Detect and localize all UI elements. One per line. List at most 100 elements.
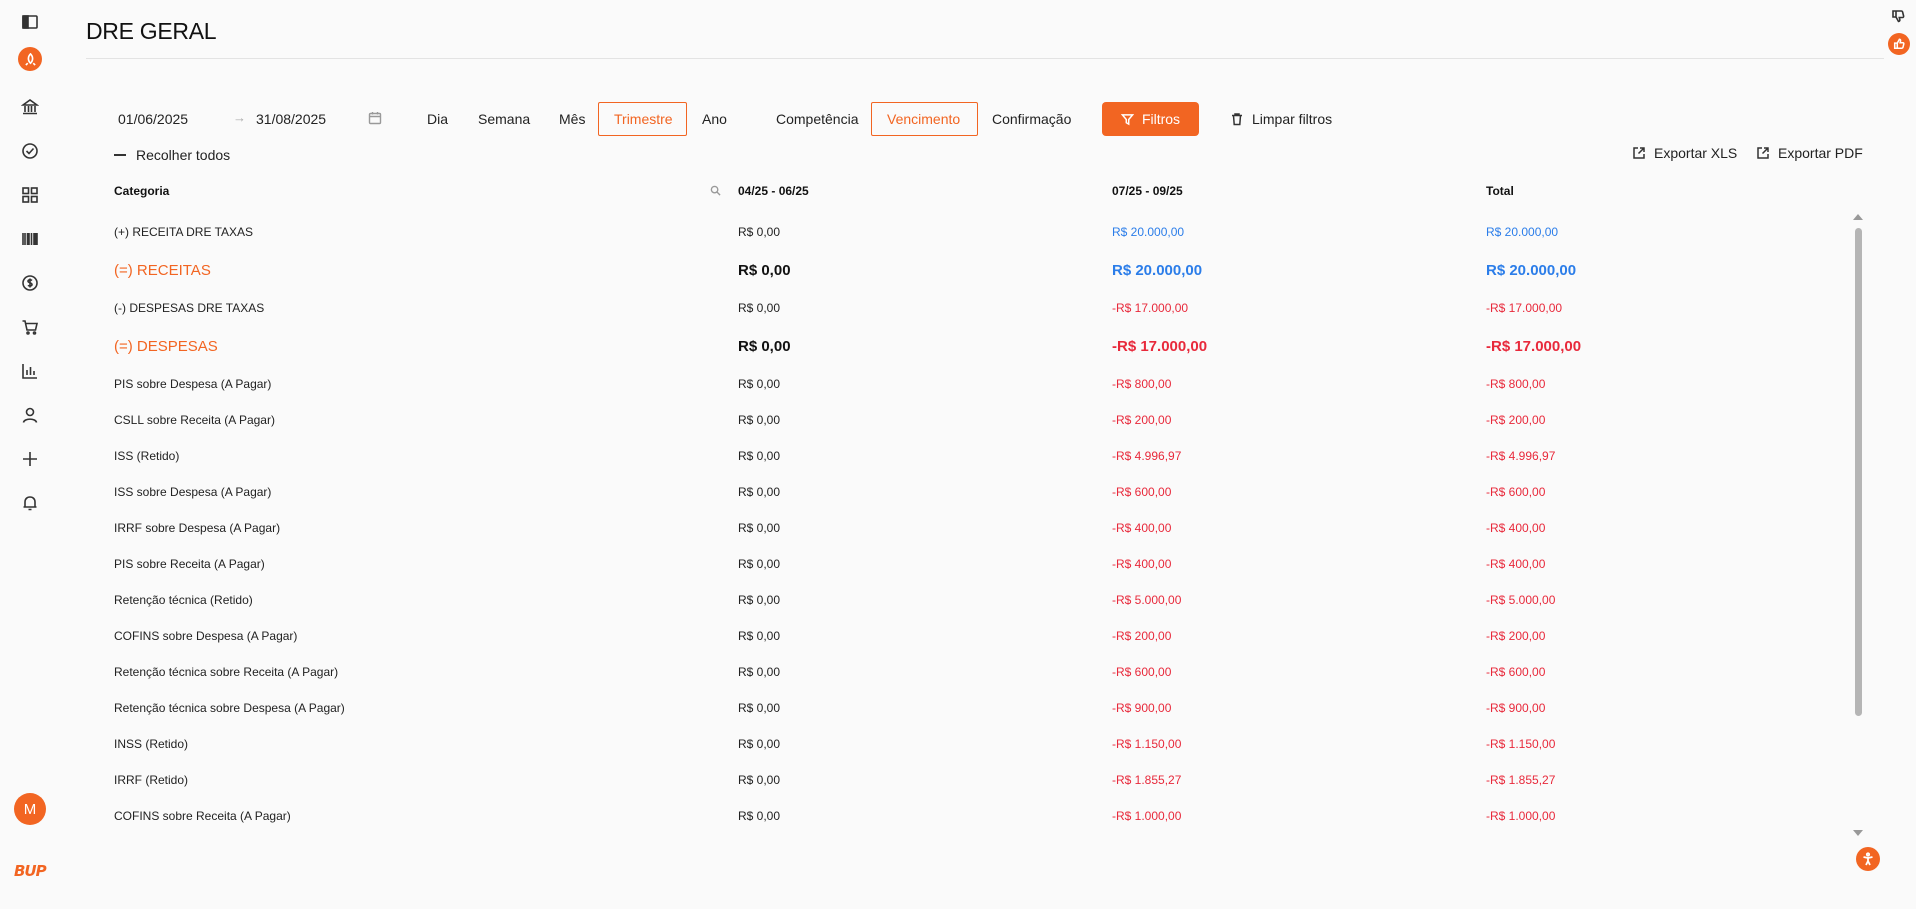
category-cell: (-) DESPESAS DRE TAXAS [114, 301, 265, 315]
limpar-filtros-label: Limpar filtros [1252, 111, 1333, 127]
period-1-cell: R$ 0,00 [738, 521, 781, 535]
category-cell: (=) DESPESAS [114, 337, 218, 355]
period-1-cell: R$ 0,00 [738, 593, 781, 607]
total-cell: -R$ 200,00 [1486, 629, 1546, 643]
export-pdf-button[interactable]: Exportar PDF [1756, 145, 1863, 161]
cart-icon[interactable] [20, 317, 40, 337]
period-2-cell: -R$ 600,00 [1112, 665, 1172, 679]
table-row[interactable]: IRRF sobre Despesa (A Pagar) R$ 0,00 -R$ 4… [114, 510, 1854, 546]
table-row[interactable]: PIS sobre Receita (A Pagar) R$ 0,00 -R$ 40… [114, 546, 1854, 582]
table-row-total[interactable]: (=) DESPESAS R$ 0,00 -R$ 17.000,00 -R$ 17.0… [114, 326, 1854, 366]
bar-chart-icon[interactable] [20, 361, 40, 381]
plus-icon[interactable] [20, 449, 40, 469]
period-1-cell: R$ 0,00 [738, 485, 781, 499]
table-row[interactable]: Retenção técnica (Retido) R$ 0,00 -R$ 5.00… [114, 582, 1854, 618]
period-1-cell: R$ 0,00 [738, 449, 781, 463]
total-cell: -R$ 4.996,97 [1486, 449, 1556, 463]
external-link-icon [1633, 147, 1645, 159]
accessibility-icon[interactable] [1856, 847, 1880, 871]
category-cell: COFINS sobre Receita (A Pagar) [114, 809, 291, 823]
table-row[interactable]: COFINS sobre Receita (A Pagar) R$ 0,00 -R$… [114, 798, 1854, 834]
total-cell: -R$ 5.000,00 [1486, 593, 1556, 607]
table-row-total[interactable]: (=) RECEITAS R$ 0,00 R$ 20.000,00 R$ 20.000… [114, 250, 1854, 290]
total-cell: -R$ 17.000,00 [1486, 301, 1563, 315]
mode-competencia[interactable]: Competência [760, 102, 875, 136]
table-row[interactable]: INSS (Retido) R$ 0,00 -R$ 1.150,00 -R$ 1.15… [114, 726, 1854, 762]
scroll-up-arrow[interactable] [1853, 214, 1863, 220]
column-header-period-2[interactable]: 07/25 - 09/25 [1112, 184, 1183, 198]
category-cell: COFINS sobre Despesa (A Pagar) [114, 629, 298, 643]
barcode-icon[interactable] [20, 229, 40, 249]
total-cell: -R$ 400,00 [1486, 521, 1546, 535]
check-circle-icon[interactable] [20, 141, 40, 161]
period-1-cell: R$ 0,00 [738, 337, 791, 355]
total-cell: -R$ 900,00 [1486, 701, 1546, 715]
date-to-input[interactable]: 31/08/2025 [256, 111, 326, 127]
period-1-cell: R$ 0,00 [738, 261, 791, 279]
brand-logo: BUP [14, 862, 47, 880]
category-cell: PIS sobre Despesa (A Pagar) [114, 377, 272, 391]
search-icon[interactable] [710, 185, 722, 197]
period-2-cell: R$ 20.000,00 [1112, 225, 1185, 239]
table-row[interactable]: ISS (Retido) R$ 0,00 -R$ 4.996,97 -R$ 4.996… [114, 438, 1854, 474]
table-row[interactable]: ISS sobre Despesa (A Pagar) R$ 0,00 -R$ 60… [114, 474, 1854, 510]
filtros-button[interactable]: Filtros [1102, 102, 1199, 136]
period-2-cell: -R$ 400,00 [1112, 521, 1172, 535]
calendar-icon[interactable] [368, 111, 382, 125]
period-semana[interactable]: Semana [462, 102, 546, 136]
thumbs-up-icon[interactable] [1888, 33, 1910, 55]
period-trimestre[interactable]: Trimestre [598, 102, 687, 136]
period-1-cell: R$ 0,00 [738, 301, 781, 315]
table-row[interactable]: (+) RECEITA DRE TAXAS R$ 0,00 R$ 20.000,00… [114, 214, 1854, 250]
minus-icon [114, 154, 126, 156]
period-2-cell: -R$ 1.150,00 [1112, 737, 1182, 751]
mode-confirmacao[interactable]: Confirmação [976, 102, 1087, 136]
period-1-cell: R$ 0,00 [738, 629, 781, 643]
avatar[interactable]: M [14, 793, 46, 825]
column-header-total[interactable]: Total [1486, 184, 1514, 198]
table-body: (+) RECEITA DRE TAXAS R$ 0,00 R$ 20.000,00… [114, 214, 1854, 834]
column-header-period-1[interactable]: 04/25 - 06/25 [738, 184, 809, 198]
thumbs-down-icon[interactable] [1891, 9, 1907, 25]
period-2-cell: -R$ 5.000,00 [1112, 593, 1182, 607]
export-xls-button[interactable]: Exportar XLS [1632, 145, 1737, 161]
dollar-circle-icon[interactable] [20, 273, 40, 293]
period-1-cell: R$ 0,00 [738, 557, 781, 571]
table-row[interactable]: Retenção técnica sobre Receita (A Pagar)… [114, 654, 1854, 690]
category-cell: Retenção técnica sobre Receita (A Pagar) [114, 665, 339, 679]
total-cell: -R$ 600,00 [1486, 485, 1546, 499]
period-2-cell: -R$ 900,00 [1112, 701, 1172, 715]
period-dia[interactable]: Dia [411, 102, 464, 136]
table-row[interactable]: COFINS sobre Despesa (A Pagar) R$ 0,00 -R$… [114, 618, 1854, 654]
table-row[interactable]: Retenção técnica sobre Despesa (A Pagar)… [114, 690, 1854, 726]
sidebar-toggle-icon[interactable] [20, 12, 40, 32]
collapse-all-button[interactable]: Recolher todos [114, 147, 230, 163]
scrollbar-thumb[interactable] [1855, 228, 1862, 716]
total-cell: -R$ 1.000,00 [1486, 809, 1556, 823]
period-1-cell: R$ 0,00 [738, 737, 781, 751]
period-mes[interactable]: Mês [543, 102, 601, 136]
period-ano[interactable]: Ano [686, 102, 743, 136]
rocket-icon[interactable] [18, 47, 42, 71]
table-row[interactable]: CSLL sobre Receita (A Pagar) R$ 0,00 -R$ 2… [114, 402, 1854, 438]
table-row[interactable]: PIS sobre Despesa (A Pagar) R$ 0,00 -R$ 80… [114, 366, 1854, 402]
limpar-filtros-button[interactable]: Limpar filtros [1230, 102, 1332, 136]
grid-icon[interactable] [20, 185, 40, 205]
column-header-categoria[interactable]: Categoria [114, 184, 169, 198]
bell-icon[interactable] [20, 493, 40, 513]
category-cell: ISS (Retido) [114, 449, 180, 463]
table-row[interactable]: (-) DESPESAS DRE TAXAS R$ 0,00 -R$ 17.000,… [114, 290, 1854, 326]
external-link-icon [1757, 147, 1769, 159]
date-from-input[interactable]: 01/06/2025 [118, 111, 188, 127]
period-1-cell: R$ 0,00 [738, 809, 781, 823]
category-cell: (=) RECEITAS [114, 261, 211, 279]
scroll-down-arrow[interactable] [1853, 830, 1863, 836]
mode-vencimento[interactable]: Vencimento [871, 102, 978, 136]
export-pdf-label: Exportar PDF [1778, 145, 1863, 161]
period-2-cell: -R$ 600,00 [1112, 485, 1172, 499]
user-icon[interactable] [20, 405, 40, 425]
table-row[interactable]: IRRF (Retido) R$ 0,00 -R$ 1.855,27 -R$ 1.85… [114, 762, 1854, 798]
bank-icon[interactable] [20, 97, 40, 117]
filtros-label: Filtros [1141, 111, 1181, 127]
total-cell: -R$ 1.855,27 [1486, 773, 1556, 787]
